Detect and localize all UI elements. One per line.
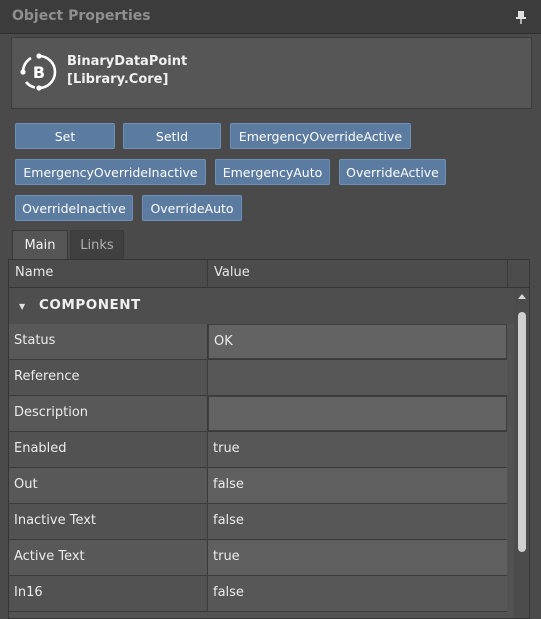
- property-name: Reference: [14, 369, 80, 384]
- panel-title: Object Properties: [12, 8, 151, 24]
- property-name: Inactive Text: [14, 513, 97, 528]
- property-row-in16[interactable]: In16 false: [9, 576, 507, 612]
- object-library: [Library.Core]: [67, 72, 169, 87]
- property-row-enabled[interactable]: Enabled true: [9, 432, 507, 468]
- object-header: B BinaryDataPoint [Library.Core]: [11, 37, 532, 109]
- property-row-status[interactable]: Status OK: [9, 324, 507, 360]
- collapse-triangle-icon[interactable]: ▼: [19, 302, 25, 311]
- column-divider: [507, 260, 508, 287]
- binary-datapoint-icon: B: [20, 53, 57, 91]
- emergency-override-active-button[interactable]: EmergencyOverrideActive: [230, 123, 411, 149]
- vertical-scrollbar[interactable]: [514, 288, 529, 618]
- property-value[interactable]: true: [213, 441, 240, 456]
- column-divider[interactable]: [207, 260, 208, 287]
- property-value[interactable]: true: [213, 549, 240, 564]
- tab-links[interactable]: Links: [70, 230, 124, 260]
- property-name: In16: [14, 585, 43, 600]
- override-inactive-button[interactable]: OverrideInactive: [15, 195, 133, 221]
- property-value[interactable]: false: [213, 585, 244, 600]
- property-value[interactable]: false: [213, 513, 244, 528]
- emergency-auto-button[interactable]: EmergencyAuto: [215, 159, 330, 185]
- property-name: Out: [14, 477, 38, 492]
- property-row-out[interactable]: Out false: [9, 468, 507, 504]
- column-value-header[interactable]: Value: [214, 265, 250, 280]
- set-button[interactable]: Set: [15, 123, 115, 149]
- property-row-inactive-text[interactable]: Inactive Text false: [9, 504, 507, 540]
- setid-button[interactable]: SetId: [123, 123, 221, 149]
- panel-title-bar: Object Properties: [0, 0, 541, 34]
- override-active-button[interactable]: OverrideActive: [339, 159, 446, 185]
- category-label: COMPONENT: [39, 297, 141, 313]
- grid-column-header: Name Value: [9, 260, 529, 288]
- tab-main[interactable]: Main: [12, 230, 68, 260]
- property-grid: Name Value ▼ COMPONENT Status OK Referen…: [8, 259, 530, 619]
- property-row-description[interactable]: Description: [9, 396, 507, 432]
- scrollbar-thumb[interactable]: [518, 312, 526, 552]
- property-name: Active Text: [14, 549, 85, 564]
- override-auto-button[interactable]: OverrideAuto: [142, 195, 242, 221]
- property-name: Status: [14, 333, 56, 348]
- category-component[interactable]: ▼ COMPONENT: [9, 288, 515, 324]
- object-type: BinaryDataPoint: [67, 54, 188, 69]
- property-row-reference[interactable]: Reference: [9, 360, 507, 396]
- object-icon-letter: B: [33, 63, 45, 82]
- emergency-override-inactive-button[interactable]: EmergencyOverrideInactive: [15, 159, 206, 185]
- property-value[interactable]: OK: [214, 334, 233, 349]
- property-name: Enabled: [14, 441, 67, 456]
- pin-icon[interactable]: [516, 10, 526, 24]
- property-row-active-text[interactable]: Active Text true: [9, 540, 507, 576]
- object-name: BinaryDataPoint [Library.Core]: [67, 53, 187, 89]
- property-value[interactable]: false: [213, 477, 244, 492]
- property-name: Description: [14, 405, 89, 420]
- scroll-up-arrow-icon[interactable]: [518, 294, 526, 299]
- column-name-header[interactable]: Name: [15, 265, 53, 280]
- object-properties-panel: Object Properties B BinaryDataPoint [Lib…: [0, 0, 541, 619]
